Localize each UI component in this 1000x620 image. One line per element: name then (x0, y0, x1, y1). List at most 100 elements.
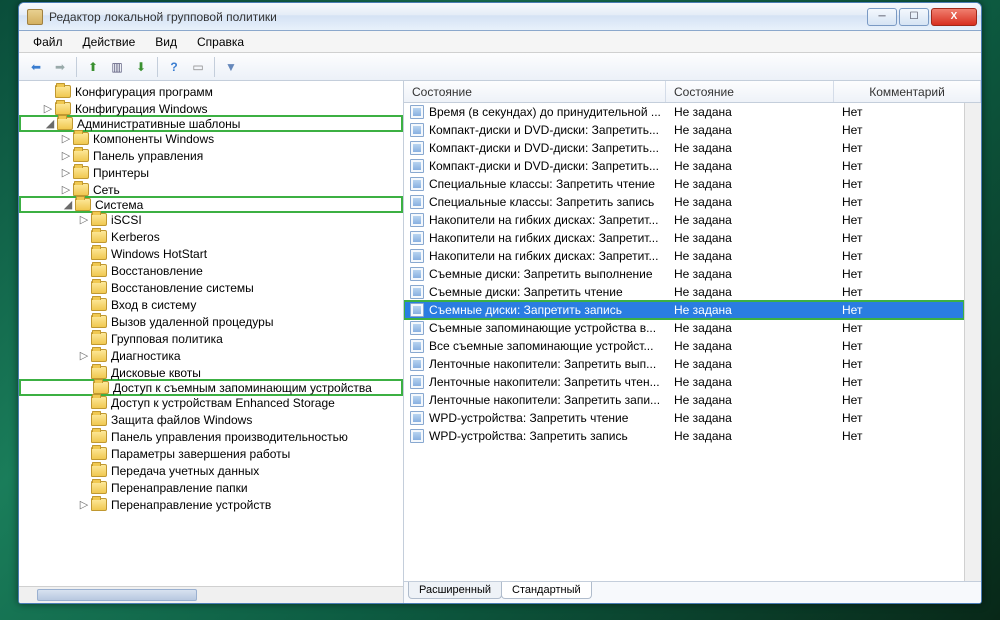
column-state[interactable]: Состояние (666, 81, 834, 102)
close-button[interactable]: X (931, 8, 977, 26)
tree-item-label: Дисковые квоты (111, 366, 201, 380)
properties-button[interactable]: ▭ (187, 56, 209, 78)
help-button[interactable]: ? (163, 56, 185, 78)
policy-row[interactable]: Ленточные накопители: Запретить вып...Не… (404, 355, 964, 373)
menu-view[interactable]: Вид (145, 32, 187, 52)
folder-icon (55, 85, 71, 98)
tree-item[interactable]: ▷iSCSI (19, 211, 403, 228)
policy-row[interactable]: Специальные классы: Запретить записьНе з… (404, 193, 964, 211)
expand-closed-icon[interactable]: ▷ (59, 132, 73, 145)
app-icon (27, 9, 43, 25)
policy-row[interactable]: Ленточные накопители: Запретить запи...Н… (404, 391, 964, 409)
forward-button[interactable]: ➡ (49, 56, 71, 78)
tree-item[interactable]: Перенаправление папки (19, 479, 403, 496)
expand-open-icon[interactable]: ◢ (61, 198, 75, 211)
show-hide-tree-button[interactable]: ▥ (106, 56, 128, 78)
expand-closed-icon[interactable]: ▷ (77, 349, 91, 362)
policy-name: Компакт-диски и DVD-диски: Запретить... (429, 159, 659, 173)
policy-icon (410, 123, 424, 137)
policy-row[interactable]: Компакт-диски и DVD-диски: Запретить...Н… (404, 139, 964, 157)
policy-row[interactable]: Все съемные запоминающие устройст...Не з… (404, 337, 964, 355)
column-comment[interactable]: Комментарий (834, 81, 981, 102)
expand-closed-icon[interactable]: ▷ (77, 213, 91, 226)
policy-row[interactable]: Накопители на гибких дисках: Запретит...… (404, 247, 964, 265)
policy-comment: Нет (834, 357, 964, 371)
tree-item[interactable]: Защита файлов Windows (19, 411, 403, 428)
folder-icon (93, 381, 109, 394)
policy-icon (410, 357, 424, 371)
expand-closed-icon[interactable]: ▷ (77, 498, 91, 511)
tree-body[interactable]: Конфигурация программ▷Конфигурация Windo… (19, 81, 403, 586)
tree-item[interactable]: Вызов удаленной процедуры (19, 313, 403, 330)
policy-row[interactable]: WPD-устройства: Запретить чтениеНе задан… (404, 409, 964, 427)
list-body[interactable]: Время (в секундах) до принудительной ...… (404, 103, 964, 581)
policy-row[interactable]: Съемные запоминающие устройства в...Не з… (404, 319, 964, 337)
policy-row[interactable]: Накопители на гибких дисках: Запретит...… (404, 229, 964, 247)
arrow-right-icon: ➡ (55, 60, 65, 74)
expand-closed-icon[interactable]: ▷ (41, 102, 55, 115)
tab-standard[interactable]: Стандартный (501, 582, 592, 599)
policy-state: Не задана (666, 429, 834, 443)
policy-icon (410, 177, 424, 191)
filter-button[interactable]: ▼ (220, 56, 242, 78)
menu-action[interactable]: Действие (73, 32, 146, 52)
folder-icon (57, 117, 73, 130)
tree-item[interactable]: Доступ к устройствам Enhanced Storage (19, 394, 403, 411)
policy-row[interactable]: Съемные диски: Запретить чтениеНе задана… (404, 283, 964, 301)
tree-item[interactable]: Kerberos (19, 228, 403, 245)
tree-item[interactable]: ▷Панель управления (19, 147, 403, 164)
tree-item[interactable]: Панель управления производительностью (19, 428, 403, 445)
tree-item[interactable]: Конфигурация программ (19, 83, 403, 100)
tree-item-label: Перенаправление папки (111, 481, 248, 495)
tree-item[interactable]: ▷Компоненты Windows (19, 130, 403, 147)
folder-icon (91, 315, 107, 328)
policy-icon (410, 195, 424, 209)
tree-item-label: Панель управления производительностью (111, 430, 348, 444)
vertical-scrollbar[interactable] (964, 103, 981, 581)
tree-item[interactable]: Восстановление (19, 262, 403, 279)
export-button[interactable]: ⬇ (130, 56, 152, 78)
policy-row[interactable]: Накопители на гибких дисках: Запретит...… (404, 211, 964, 229)
policy-comment: Нет (834, 393, 964, 407)
policy-row[interactable]: Специальные классы: Запретить чтениеНе з… (404, 175, 964, 193)
policy-row[interactable]: WPD-устройства: Запретить записьНе задан… (404, 427, 964, 445)
scrollbar-thumb[interactable] (37, 589, 197, 601)
policy-comment: Нет (834, 429, 964, 443)
minimize-button[interactable]: ─ (867, 8, 897, 26)
expand-closed-icon[interactable]: ▷ (59, 149, 73, 162)
up-button[interactable]: ⬆ (82, 56, 104, 78)
tree-item[interactable]: ▷Диагностика (19, 347, 403, 364)
horizontal-scrollbar[interactable] (19, 586, 403, 603)
policy-row[interactable]: Ленточные накопители: Запретить чтен...Н… (404, 373, 964, 391)
menu-help[interactable]: Справка (187, 32, 254, 52)
tab-extended[interactable]: Расширенный (408, 582, 502, 599)
tree-item[interactable]: Восстановление системы (19, 279, 403, 296)
policy-row[interactable]: Время (в секундах) до принудительной ...… (404, 103, 964, 121)
policy-state: Не задана (666, 123, 834, 137)
policy-state: Не задана (666, 393, 834, 407)
expand-closed-icon[interactable]: ▷ (59, 166, 73, 179)
policy-row[interactable]: Съемные диски: Запретить выполнениеНе за… (404, 265, 964, 283)
policy-icon (410, 339, 424, 353)
policy-icon (410, 213, 424, 227)
policy-row[interactable]: Компакт-диски и DVD-диски: Запретить...Н… (404, 157, 964, 175)
tree-item[interactable]: Параметры завершения работы (19, 445, 403, 462)
policy-row[interactable]: Съемные диски: Запретить записьНе задана… (404, 301, 964, 319)
policy-row[interactable]: Компакт-диски и DVD-диски: Запретить...Н… (404, 121, 964, 139)
folder-icon (75, 198, 91, 211)
tree-item[interactable]: Вход в систему (19, 296, 403, 313)
maximize-button[interactable]: ☐ (899, 8, 929, 26)
expand-closed-icon[interactable]: ▷ (59, 183, 73, 196)
tree-item[interactable]: ▷Принтеры (19, 164, 403, 181)
titlebar[interactable]: Редактор локальной групповой политики ─ … (19, 3, 981, 31)
tree-item[interactable]: Групповая политика (19, 330, 403, 347)
tree-item[interactable]: Windows HotStart (19, 245, 403, 262)
tree-item[interactable]: Передача учетных данных (19, 462, 403, 479)
menu-file[interactable]: Файл (23, 32, 73, 52)
policy-comment: Нет (834, 231, 964, 245)
policy-state: Не задана (666, 357, 834, 371)
expand-open-icon[interactable]: ◢ (43, 117, 57, 130)
back-button[interactable]: ⬅ (25, 56, 47, 78)
tree-item[interactable]: ▷Перенаправление устройств (19, 496, 403, 513)
column-name[interactable]: Состояние (404, 81, 666, 102)
